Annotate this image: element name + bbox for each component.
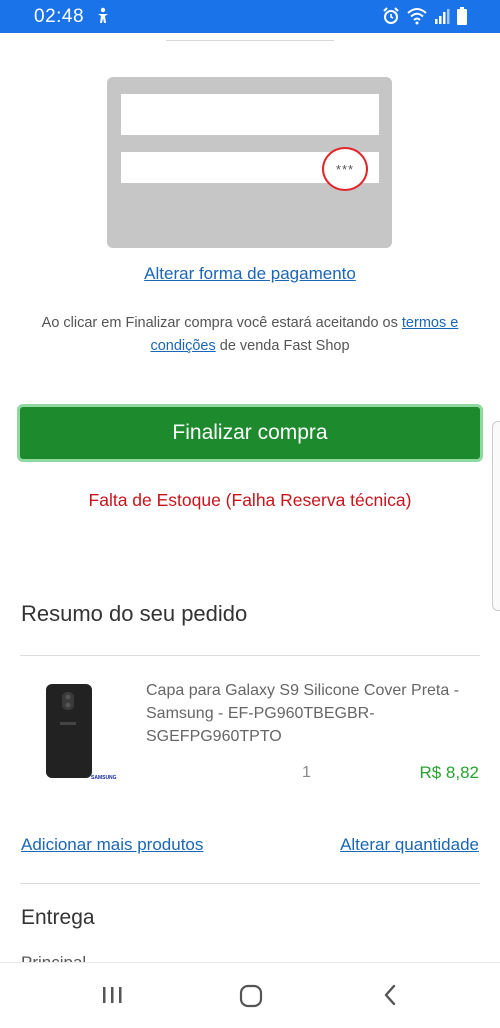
payment-card-image: *** [107, 77, 392, 248]
finalize-purchase-button[interactable]: Finalizar compra [17, 404, 483, 462]
product-name: Capa para Galaxy S9 Silicone Cover Preta… [146, 682, 460, 745]
product-price: R$ 8,82 [419, 763, 479, 782]
wifi-icon [407, 8, 427, 25]
terms-prefix: Ao clicar em Finalizar compra você estar… [41, 315, 402, 331]
add-more-products-link[interactable]: Adicionar mais produtos [21, 835, 203, 855]
home-icon[interactable] [238, 983, 264, 1009]
alarm-icon [383, 7, 399, 24]
stock-error-message: Falta de Estoque (Falha Reserva técnica) [88, 490, 412, 510]
delivery-divider [20, 883, 480, 884]
navigation-bar [0, 962, 500, 1028]
product-image: SAMSUNG [46, 684, 117, 781]
battery-icon [457, 7, 467, 25]
brand-text: SAMSUNG [91, 775, 117, 781]
status-time: 02:48 [34, 6, 85, 27]
cvv-highlight: *** [322, 147, 368, 191]
back-icon[interactable] [380, 983, 400, 1007]
status-bar: 02:48 [0, 0, 500, 33]
product-quantity: 1 [302, 764, 311, 781]
signal-icon [435, 9, 450, 24]
terms-suffix: de venda Fast Shop [215, 338, 350, 354]
change-payment-link[interactable]: Alterar forma de pagamento [0, 264, 500, 284]
side-panel-handle[interactable] [492, 421, 500, 611]
change-quantity-link[interactable]: Alterar quantidade [340, 835, 479, 855]
status-icons [382, 7, 468, 25]
delivery-title: Entrega [21, 906, 95, 929]
summary-divider [20, 655, 480, 656]
order-summary-title: Resumo do seu pedido [21, 601, 248, 626]
card-number-field [121, 94, 379, 135]
terms-text: Ao clicar em Finalizar compra você estar… [20, 312, 480, 358]
top-divider [166, 40, 334, 41]
accessibility-icon [98, 7, 108, 23]
recent-apps-icon[interactable] [100, 983, 124, 1007]
